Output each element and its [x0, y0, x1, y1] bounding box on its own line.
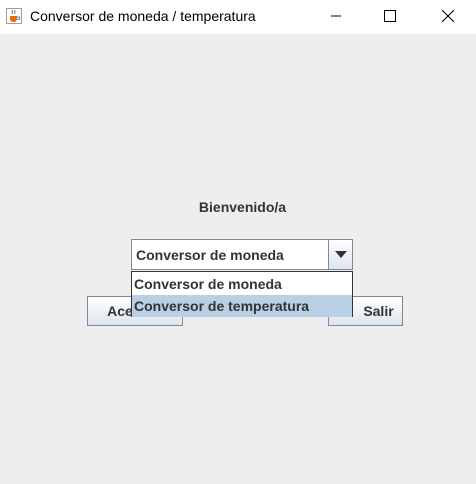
option-temperature-converter[interactable]: Conversor de temperatura: [132, 295, 352, 317]
converter-select-value: Conversor de moneda: [136, 247, 284, 263]
converter-select-arrow-button[interactable]: [328, 240, 352, 269]
maximize-button[interactable]: [362, 0, 418, 32]
minimize-icon: [331, 15, 341, 17]
welcome-label: Bienvenido/a: [198, 199, 287, 215]
option-currency-converter[interactable]: Conversor de moneda: [132, 273, 352, 295]
exit-button-label: Salir: [363, 303, 394, 319]
app-window: Conversor de moneda / temperatura Bienve…: [0, 0, 476, 484]
converter-options-list: Conversor de moneda Conversor de tempera…: [131, 271, 353, 317]
close-icon: [441, 9, 455, 23]
window-title: Conversor de moneda / temperatura: [30, 8, 256, 24]
maximize-icon: [384, 10, 396, 22]
java-cup-icon: [6, 8, 22, 24]
title-bar[interactable]: Conversor de moneda / temperatura: [0, 0, 476, 34]
triangle-down-icon: [334, 250, 347, 258]
converter-select[interactable]: Conversor de moneda: [131, 239, 353, 270]
close-button[interactable]: [420, 0, 476, 32]
minimize-button[interactable]: [308, 0, 364, 32]
accept-button-label: Ace: [107, 303, 133, 319]
content-panel: Bienvenido/a Ace Salir Conversor de mone…: [0, 34, 476, 484]
